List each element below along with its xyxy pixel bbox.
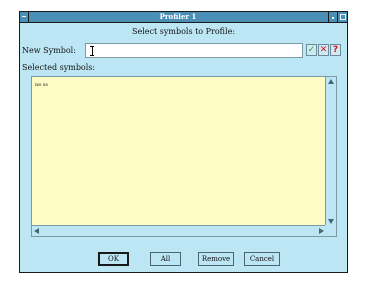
new-symbol-label: New Symbol: [22,46,76,55]
selected-symbols-list[interactable]: ne ss [32,77,326,226]
delete-symbol-button[interactable]: ✕ [318,44,329,56]
selected-symbols-area: ne ss [31,76,337,237]
dialog-prompt: Select symbols to Profile: [131,27,236,36]
remove-button[interactable]: Remove [198,252,234,266]
title-bar[interactable]: Profiler 1 [20,12,347,23]
scroll-up-icon[interactable] [328,79,334,84]
profiler-dialog: Profiler 1 Select symbols to Profile: Ne… [19,11,348,273]
scroll-right-icon[interactable] [319,228,324,234]
scrollbar-corner [325,225,336,236]
maximize-button[interactable] [337,12,347,22]
window-menu-button[interactable] [20,12,29,22]
horizontal-scrollbar[interactable] [32,225,326,236]
vertical-scrollbar[interactable] [325,77,336,226]
scroll-left-icon[interactable] [34,228,39,234]
selected-symbols-label: Selected symbols: [22,63,96,72]
cancel-button[interactable]: Cancel [244,252,280,266]
all-button[interactable]: All [150,252,181,266]
ok-button[interactable]: OK [98,252,129,266]
window-title: Profiler 1 [159,12,197,21]
check-icon: ✓ [307,45,316,55]
question-icon: ? [332,45,339,55]
new-symbol-input[interactable] [85,43,303,58]
scroll-down-icon[interactable] [328,219,334,224]
text-cursor-icon [90,46,94,56]
accept-symbol-button[interactable]: ✓ [306,44,317,56]
help-button[interactable]: ? [330,44,341,56]
minimize-button[interactable] [328,12,337,22]
list-item[interactable]: ne ss [35,82,48,88]
x-icon: ✕ [319,45,328,55]
